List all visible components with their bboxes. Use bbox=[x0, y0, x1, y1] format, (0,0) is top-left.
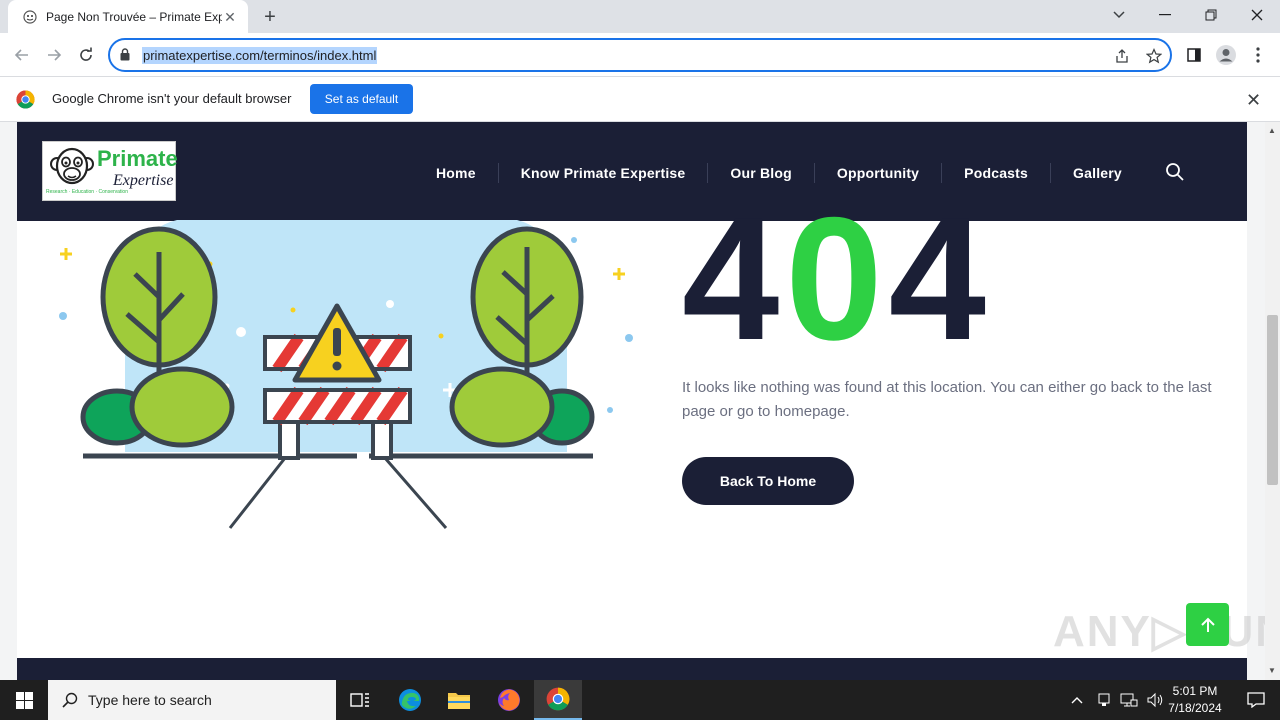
logo-tagline: Research · Education · Conservation bbox=[46, 189, 128, 195]
nav-home[interactable]: Home bbox=[436, 165, 476, 181]
kebab-menu-icon bbox=[1256, 47, 1260, 63]
browser-tab[interactable]: Page Non Trouvée – Primate Exp ✕ bbox=[8, 0, 248, 33]
nav-opportunity[interactable]: Opportunity bbox=[837, 165, 919, 181]
nav-podcasts[interactable]: Podcasts bbox=[964, 165, 1028, 181]
reload-button[interactable] bbox=[72, 41, 100, 69]
clock-time: 5:01 PM bbox=[1172, 684, 1218, 698]
page-scrollbar[interactable]: ▲ ▼ bbox=[1265, 122, 1280, 680]
folder-icon bbox=[448, 693, 470, 709]
taskbar-firefox[interactable] bbox=[485, 680, 533, 720]
page-content: Primate Expertise Research · Education ·… bbox=[17, 122, 1265, 680]
monkey-logo-icon bbox=[50, 147, 94, 185]
scroll-to-top-button[interactable] bbox=[1186, 603, 1229, 646]
notifications-button[interactable] bbox=[1232, 680, 1280, 720]
tab-search-button[interactable] bbox=[1096, 0, 1142, 30]
tab-strip: Page Non Trouvée – Primate Exp ✕ + bbox=[0, 0, 1280, 33]
page-viewport: Primate Expertise Research · Education ·… bbox=[0, 122, 1265, 680]
task-view-button[interactable] bbox=[336, 680, 384, 720]
arrow-right-icon bbox=[48, 49, 62, 61]
error-digit-1: 4 bbox=[682, 192, 786, 352]
windows-logo-icon bbox=[15, 691, 33, 709]
error-digit-2: 0 bbox=[785, 192, 889, 352]
clock-date: 7/18/2024 bbox=[1168, 701, 1222, 715]
search-icon bbox=[62, 692, 78, 708]
site-logo[interactable]: Primate Expertise Research · Education ·… bbox=[42, 141, 178, 201]
nav-divider bbox=[707, 163, 709, 183]
side-panel-icon bbox=[1187, 48, 1201, 62]
chevron-down-icon bbox=[1113, 11, 1125, 19]
close-window-button[interactable] bbox=[1234, 0, 1280, 30]
close-icon bbox=[1251, 9, 1263, 21]
infobar-close-icon[interactable]: ✕ bbox=[1246, 90, 1261, 111]
profile-button[interactable] bbox=[1212, 41, 1240, 69]
error-message: It looks like nothing was found at this … bbox=[682, 379, 1212, 420]
anyrun-watermark: ANY▷RUN bbox=[1053, 607, 1265, 656]
back-to-home-button[interactable]: Back To Home bbox=[682, 457, 854, 505]
search-icon[interactable] bbox=[1165, 162, 1185, 182]
chevron-up-icon[interactable] bbox=[1070, 695, 1084, 705]
infobar-message: Google Chrome isn't your default browser bbox=[52, 91, 292, 106]
avatar-icon bbox=[1216, 45, 1236, 65]
taskbar-chrome[interactable] bbox=[534, 680, 582, 720]
set-default-button[interactable]: Set as default bbox=[310, 84, 413, 114]
scroll-up-icon[interactable]: ▲ bbox=[1268, 126, 1276, 135]
forward-button[interactable] bbox=[40, 41, 68, 69]
error-code: 404 bbox=[682, 192, 992, 352]
arrow-left-icon bbox=[14, 49, 28, 61]
taskbar-file-explorer[interactable] bbox=[435, 680, 483, 720]
address-bar[interactable]: primatexpertise.com/terminos/index.html bbox=[108, 38, 1172, 72]
browser-toolbar: primatexpertise.com/terminos/index.html bbox=[0, 33, 1280, 77]
restore-button[interactable] bbox=[1188, 0, 1234, 30]
minimize-button[interactable] bbox=[1142, 0, 1188, 30]
under-construction-illustration bbox=[59, 220, 633, 529]
lock-icon[interactable] bbox=[120, 48, 130, 61]
logo-text-primary: Primate bbox=[97, 146, 178, 171]
taskbar-edge[interactable] bbox=[386, 680, 434, 720]
share-icon[interactable] bbox=[1114, 48, 1130, 64]
firefox-icon bbox=[498, 689, 520, 711]
default-browser-infobar: Google Chrome isn't your default browser… bbox=[0, 77, 1280, 122]
minimize-icon bbox=[1159, 14, 1171, 16]
back-button[interactable] bbox=[8, 41, 36, 69]
start-button[interactable] bbox=[0, 680, 48, 720]
taskbar-clock[interactable]: 5:01 PM 7/18/2024 bbox=[1160, 683, 1230, 717]
chrome-icon bbox=[546, 687, 570, 711]
chrome-logo-icon bbox=[16, 90, 35, 109]
network-icon[interactable] bbox=[1120, 692, 1138, 708]
scroll-down-icon[interactable]: ▼ bbox=[1268, 666, 1276, 675]
system-tray bbox=[1070, 680, 1164, 720]
nav-know-primate-expertise[interactable]: Know Primate Expertise bbox=[521, 165, 686, 181]
taskbar-search[interactable]: Type here to search bbox=[48, 680, 336, 720]
side-panel-button[interactable] bbox=[1180, 41, 1208, 69]
nav-our-blog[interactable]: Our Blog bbox=[730, 165, 791, 181]
site-favicon-icon bbox=[23, 9, 37, 24]
url-text[interactable]: primatexpertise.com/terminos/index.html bbox=[142, 47, 378, 64]
reload-icon bbox=[80, 47, 92, 61]
nav-gallery[interactable]: Gallery bbox=[1073, 165, 1122, 181]
new-tab-button[interactable]: + bbox=[259, 6, 281, 28]
nav-divider bbox=[813, 163, 815, 183]
task-view-icon bbox=[350, 693, 369, 707]
error-digit-3: 4 bbox=[888, 192, 992, 352]
nav-divider bbox=[941, 163, 943, 183]
bookmark-star-icon[interactable] bbox=[1146, 48, 1162, 64]
logo-text-secondary: Expertise bbox=[113, 172, 174, 189]
arrow-up-icon bbox=[1200, 617, 1215, 632]
site-footer bbox=[17, 658, 1247, 680]
menu-button[interactable] bbox=[1244, 41, 1272, 69]
network-adapter-icon[interactable] bbox=[1096, 692, 1112, 708]
main-navigation: Home Know Primate Expertise Our Blog Opp… bbox=[436, 162, 1122, 184]
restore-icon bbox=[1205, 9, 1217, 21]
notification-icon bbox=[1247, 692, 1265, 708]
tab-close-icon[interactable]: ✕ bbox=[222, 9, 238, 25]
scrollbar-thumb[interactable] bbox=[1267, 315, 1278, 485]
edge-icon bbox=[399, 689, 421, 711]
taskbar-search-placeholder: Type here to search bbox=[88, 692, 212, 708]
windows-taskbar: Type here to search 5:01 PM 7/18/2024 bbox=[0, 680, 1280, 720]
nav-divider bbox=[1050, 163, 1052, 183]
nav-divider bbox=[497, 163, 499, 183]
tab-title: Page Non Trouvée – Primate Exp bbox=[46, 9, 222, 24]
